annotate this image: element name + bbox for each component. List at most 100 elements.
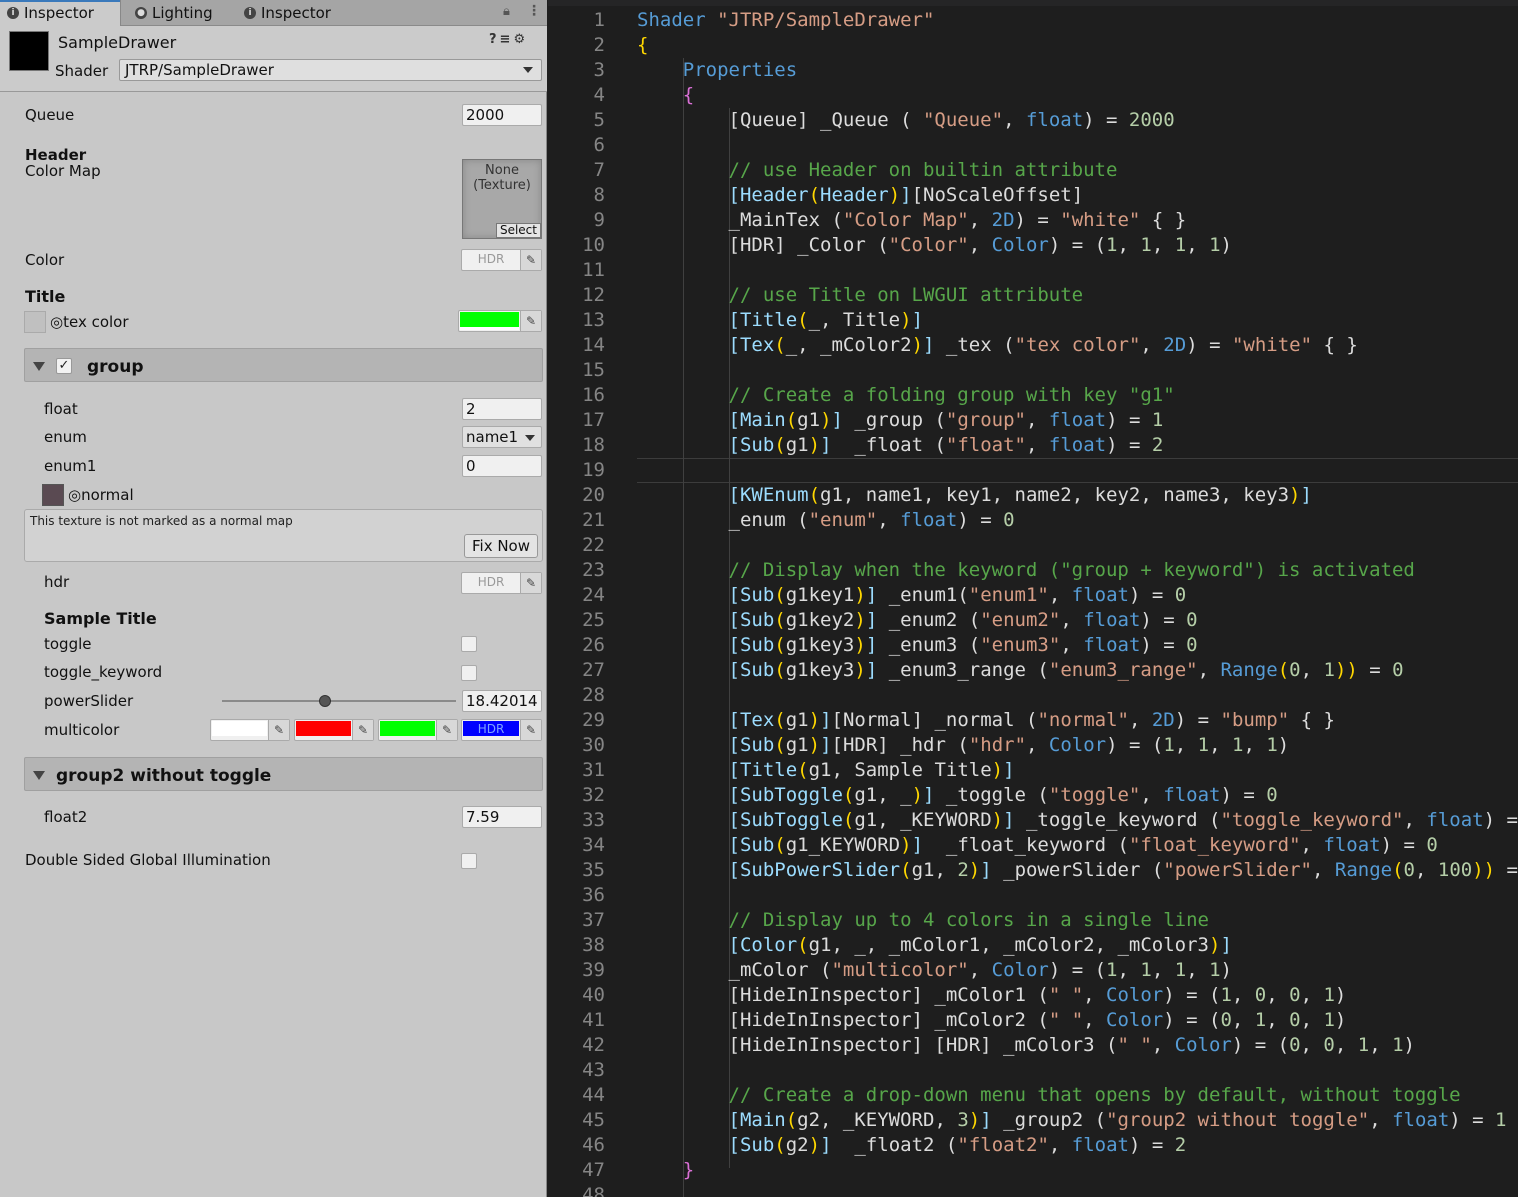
code-line[interactable]: 40 [HideInInspector] _mColor1 (" ", Colo… xyxy=(548,983,1518,1008)
code-line[interactable]: 25 [Sub(g1key2)] _enum2 ("enum2", float)… xyxy=(548,608,1518,633)
queue-field[interactable]: 2000 xyxy=(462,104,542,126)
eyedropper-icon[interactable]: ✎ xyxy=(436,720,457,740)
float2-field[interactable]: 7.59 xyxy=(462,806,542,828)
code-line[interactable]: 41 [HideInInspector] _mColor2 (" ", Colo… xyxy=(548,1008,1518,1033)
settings-gear-icon[interactable]: ⚙ xyxy=(513,32,528,47)
code-token: ] xyxy=(923,784,935,806)
toggle-checkbox[interactable] xyxy=(461,636,477,652)
code-line[interactable]: 18 [Sub(g1)] _float ("float", float) = 2 xyxy=(548,433,1518,458)
code-line[interactable]: 22 xyxy=(548,533,1518,558)
code-line[interactable]: 1 Shader "JTRP/SampleDrawer" xyxy=(548,8,1518,33)
tex-color-texture-slot[interactable] xyxy=(24,311,46,333)
eyedropper-icon[interactable]: ✎ xyxy=(520,250,541,270)
lock-icon[interactable]: 🔒︎ xyxy=(503,4,510,19)
code-line[interactable]: 39 _mColor ("multicolor", Color) = (1, 1… xyxy=(548,958,1518,983)
code-line[interactable]: 36 xyxy=(548,883,1518,908)
code-line[interactable]: 13 [Title(_, Title)] xyxy=(548,308,1518,333)
texture-select-button[interactable]: Select xyxy=(495,223,541,238)
code-line[interactable]: 4 { xyxy=(548,83,1518,108)
code-token: = xyxy=(1357,659,1393,681)
code-line[interactable]: 32 [SubToggle(g1, _)] _toggle ("toggle",… xyxy=(548,783,1518,808)
code-line[interactable]: 48 xyxy=(548,1183,1518,1197)
enum1-field[interactable]: 0 xyxy=(462,455,542,477)
code-line[interactable]: 21 _enum ("enum", float) = 0 xyxy=(548,508,1518,533)
color-field[interactable]: HDR ✎ xyxy=(461,249,542,271)
tab-lighting[interactable]: ● Lighting xyxy=(128,0,233,26)
multicolor-field-1[interactable]: ✎ xyxy=(210,719,290,741)
eyedropper-icon[interactable]: ✎ xyxy=(268,720,289,740)
presets-icon[interactable]: ≡ xyxy=(500,32,514,47)
hdr-color-field[interactable]: HDR ✎ xyxy=(461,572,542,594)
multicolor-field-4[interactable]: HDR ✎ xyxy=(461,719,542,741)
multicolor-field-2[interactable]: ✎ xyxy=(294,719,374,741)
code-line[interactable]: 45 [Main(g2, _KEYWORD, 3)] _group2 ("gro… xyxy=(548,1108,1518,1133)
code-line[interactable]: 28 xyxy=(548,683,1518,708)
code-line[interactable]: 46 [Sub(g2)] _float2 ("float2", float) =… xyxy=(548,1133,1518,1158)
kebab-menu-icon[interactable]: ⋮ xyxy=(527,3,541,19)
code-line[interactable]: 16 // Create a folding group with key "g… xyxy=(548,383,1518,408)
group2-header[interactable]: group2 without toggle xyxy=(24,757,543,791)
eyedropper-icon[interactable]: ✎ xyxy=(520,573,541,593)
code-line[interactable]: 19 xyxy=(548,458,1518,483)
eyedropper-icon[interactable]: ✎ xyxy=(520,720,541,740)
enum-dropdown[interactable]: name1 xyxy=(462,426,542,448)
normal-texture-slot[interactable] xyxy=(42,484,64,506)
code-line[interactable]: 33 [SubToggle(g1, _KEYWORD)] _toggle_key… xyxy=(548,808,1518,833)
code-line[interactable]: 8 [Header(Header)][NoScaleOffset] xyxy=(548,183,1518,208)
eyedropper-icon[interactable]: ✎ xyxy=(352,720,373,740)
code-token: ) xyxy=(900,834,912,856)
code-line[interactable]: 34 [Sub(g1_KEYWORD)] _float_keyword ("fl… xyxy=(548,833,1518,858)
code-line[interactable]: 9 _MainTex ("Color Map", 2D) = "white" {… xyxy=(548,208,1518,233)
code-line[interactable]: 42 [HideInInspector] [HDR] _mColor3 (" "… xyxy=(548,1033,1518,1058)
code-line[interactable]: 35 [SubPowerSlider(g1, 2)] _powerSlider … xyxy=(548,858,1518,883)
foldout-arrow-icon[interactable] xyxy=(33,771,45,780)
texture-slot[interactable]: None (Texture) Select xyxy=(462,159,542,239)
code-line[interactable]: 43 xyxy=(548,1058,1518,1083)
help-icon[interactable]: ? xyxy=(489,32,500,47)
powerslider-handle[interactable] xyxy=(318,695,331,707)
multicolor-field-3[interactable]: ✎ xyxy=(378,719,458,741)
toggle-keyword-checkbox[interactable] xyxy=(461,665,477,681)
code-line[interactable]: 44 // Create a drop-down menu that opens… xyxy=(548,1083,1518,1108)
shader-dropdown[interactable]: JTRP/SampleDrawer xyxy=(119,59,542,81)
code-line[interactable]: 20 [KWEnum(g1, name1, key1, name2, key2,… xyxy=(548,483,1518,508)
code-token: ) xyxy=(900,309,912,331)
texcolor-color-field[interactable]: ✎ xyxy=(458,310,542,332)
code-line[interactable]: 11 xyxy=(548,258,1518,283)
code-line[interactable]: 24 [Sub(g1key1)] _enum1("enum1", float) … xyxy=(548,583,1518,608)
eyedropper-icon[interactable]: ✎ xyxy=(520,311,541,331)
code-line[interactable]: 30 [Sub(g1)][HDR] _hdr ("hdr", Color) = … xyxy=(548,733,1518,758)
code-token: )) xyxy=(1334,659,1358,681)
code-token: 0 xyxy=(1254,984,1267,1006)
code-line[interactable]: 29 [Tex(g1)][Normal] _normal ("normal", … xyxy=(548,708,1518,733)
code-line[interactable]: 14 [Tex(_, _mColor2)] _tex ("tex color",… xyxy=(548,333,1518,358)
tab-inspector-2[interactable]: i Inspector xyxy=(237,0,347,26)
code-token: ( xyxy=(774,609,786,631)
foldout-arrow-icon[interactable] xyxy=(33,362,45,371)
code-line[interactable]: 3 Properties xyxy=(548,58,1518,83)
fix-now-button[interactable]: Fix Now xyxy=(464,534,538,558)
code-line[interactable]: 23 // Display when the keyword ("group +… xyxy=(548,558,1518,583)
code-line[interactable]: 47 } xyxy=(548,1158,1518,1183)
code-line[interactable]: 17 [Main(g1)] _group ("group", float) = … xyxy=(548,408,1518,433)
code-editor[interactable]: 1 Shader "JTRP/SampleDrawer" 2{3 Propertie… xyxy=(548,0,1518,1197)
code-line[interactable]: 6 xyxy=(548,133,1518,158)
powerslider-field[interactable]: 18.42014 xyxy=(462,690,542,712)
code-line[interactable]: 31 [Title(g1, Sample Title)] xyxy=(548,758,1518,783)
tab-inspector[interactable]: i Inspector xyxy=(0,0,121,27)
float-field[interactable]: 2 xyxy=(462,398,542,420)
dsgi-checkbox[interactable] xyxy=(461,853,477,869)
code-line[interactable]: 12 // use Title on LWGUI attribute xyxy=(548,283,1518,308)
group-toggle-checkbox[interactable]: ✓ xyxy=(56,358,72,374)
code-line[interactable]: 5 [Queue] _Queue ( "Queue", float) = 200… xyxy=(548,108,1518,133)
code-line[interactable]: 26 [Sub(g1key3)] _enum3 ("enum3", float)… xyxy=(548,633,1518,658)
code-line[interactable]: 10 [HDR] _Color ("Color", Color) = (1, 1… xyxy=(548,233,1518,258)
code-line[interactable]: 37 // Display up to 4 colors in a single… xyxy=(548,908,1518,933)
code-line[interactable]: 2{ xyxy=(548,33,1518,58)
code-line[interactable]: 15 xyxy=(548,358,1518,383)
code-line[interactable]: 38 [Color(g1, _, _mColor1, _mColor2, _mC… xyxy=(548,933,1518,958)
code-line[interactable]: 7 // use Header on builtin attribute xyxy=(548,158,1518,183)
group-header[interactable]: ✓ group xyxy=(24,348,543,382)
code-line[interactable]: 27 [Sub(g1key3)] _enum3_range ("enum3_ra… xyxy=(548,658,1518,683)
powerslider-track[interactable] xyxy=(222,700,456,702)
